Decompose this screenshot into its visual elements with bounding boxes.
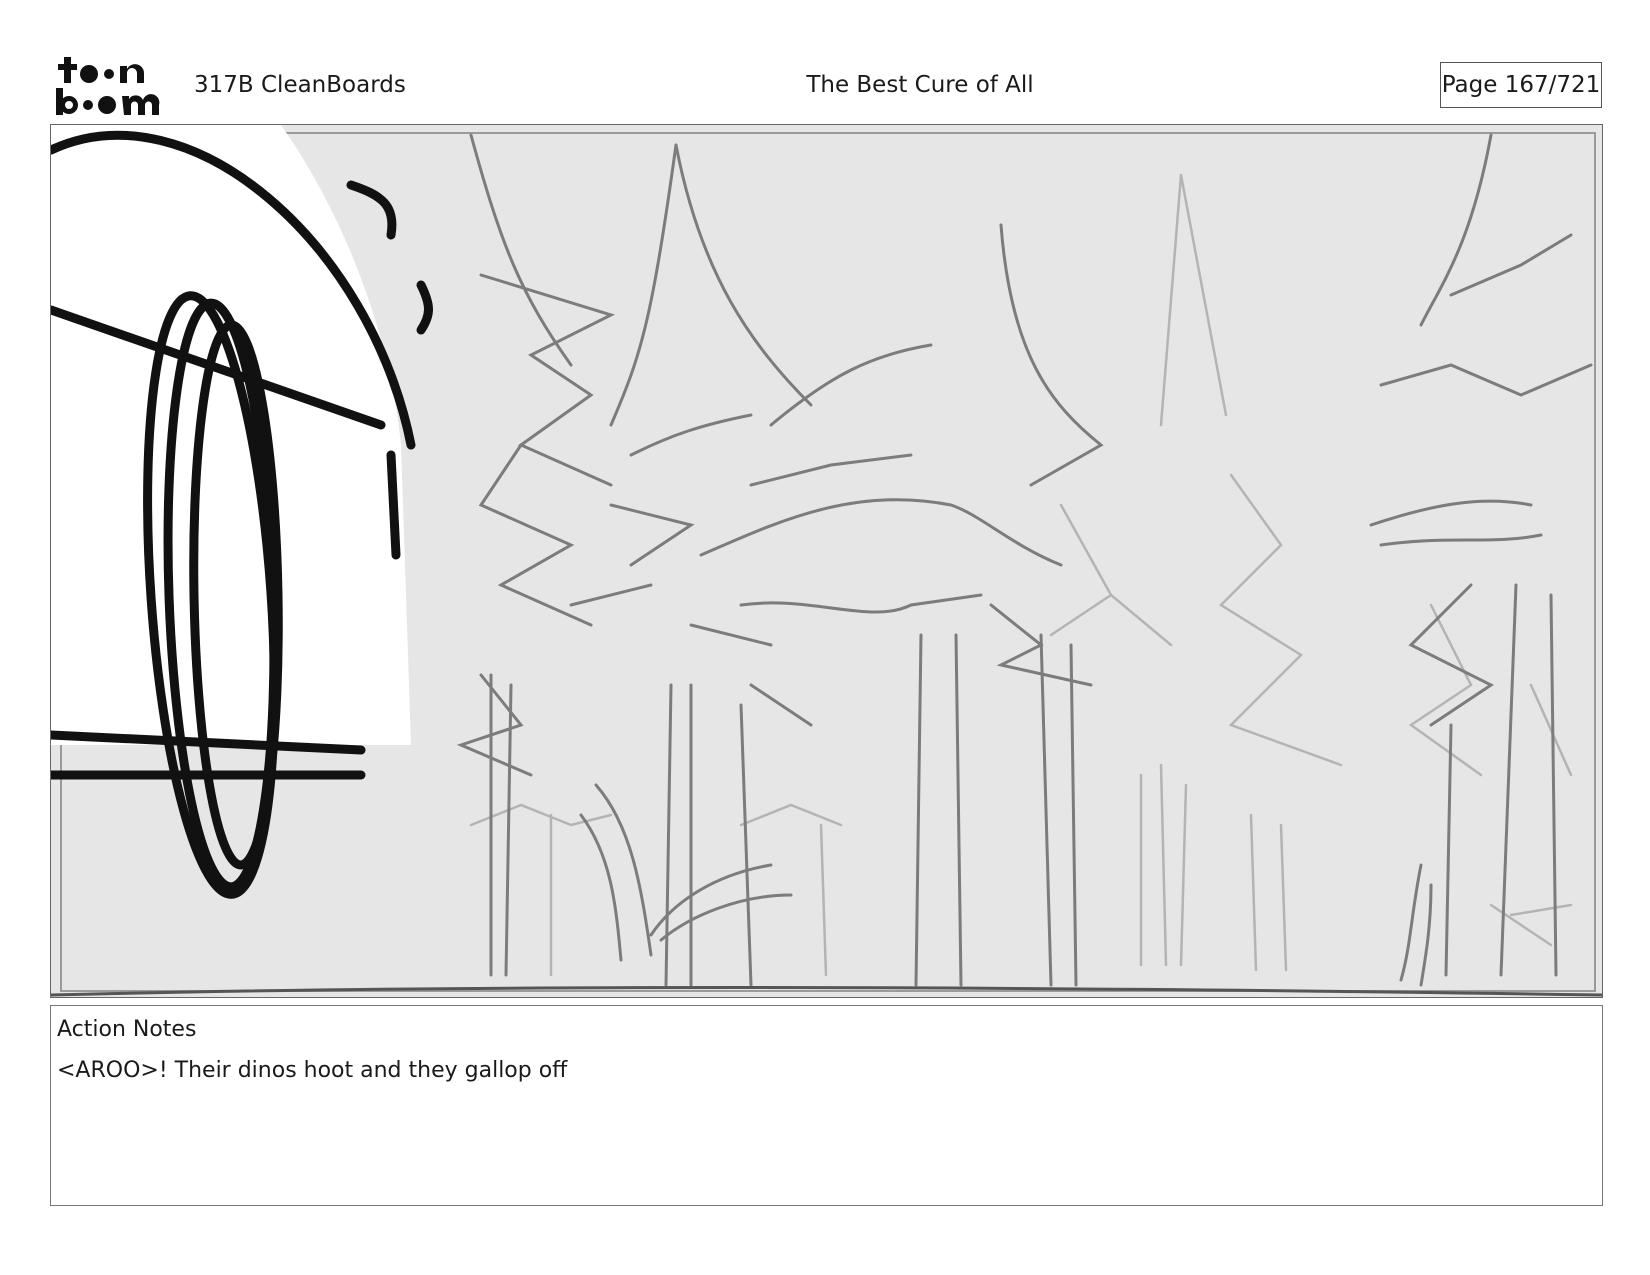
action-notes-box: Action Notes <AROO>! Their dinos hoot an… (50, 1005, 1603, 1206)
page-number: Page 167/721 (1440, 62, 1602, 108)
action-notes-label: Action Notes (57, 1017, 197, 1042)
storyboard-title: The Best Cure of All (806, 72, 1034, 98)
forest-sketch-image (51, 125, 1602, 997)
action-notes-text: <AROO>! Their dinos hoot and they gallop… (57, 1058, 568, 1083)
storyboard-panel (50, 124, 1603, 998)
